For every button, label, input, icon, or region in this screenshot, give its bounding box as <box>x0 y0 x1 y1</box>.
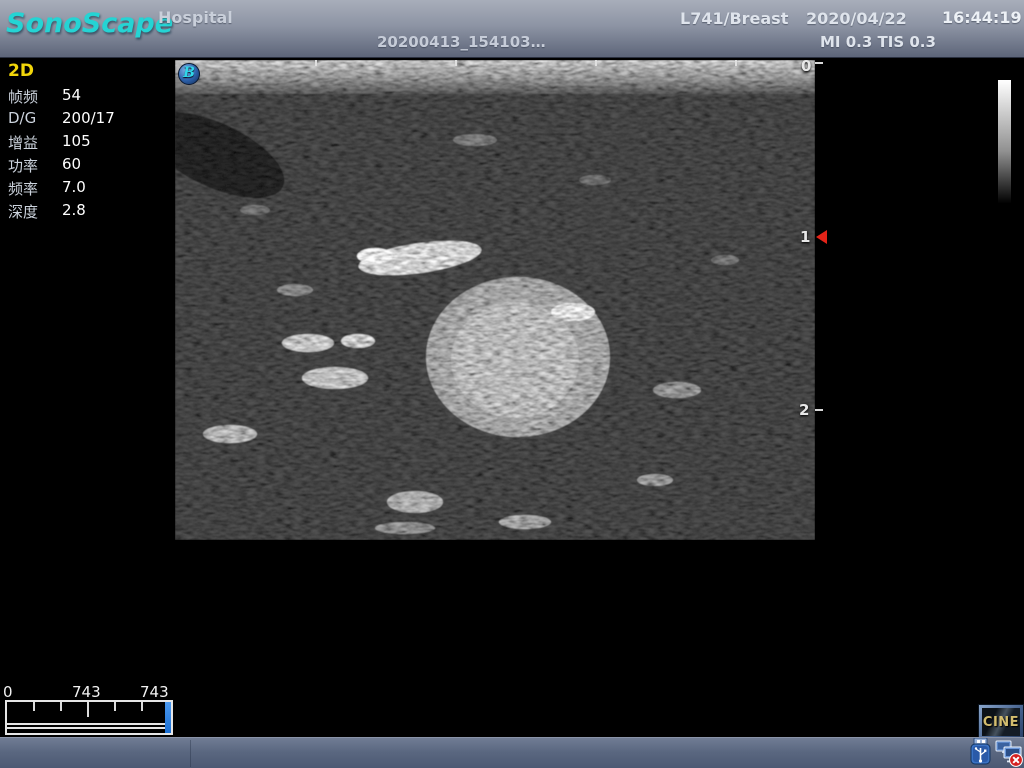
scrubber-track-line <box>7 723 167 725</box>
cine-current-frame: 743 <box>72 683 101 701</box>
speckle-render <box>175 60 815 540</box>
depth-tick <box>815 409 823 411</box>
param-row-gain: 增益 105 <box>8 132 168 152</box>
cine-slider-handle[interactable] <box>165 702 171 733</box>
grayscale-bar <box>998 80 1011 210</box>
cine-button-face: CINE <box>982 708 1020 736</box>
width-scale-tick <box>595 60 597 66</box>
param-row-depth: 深度 2.8 <box>8 201 168 221</box>
cine-start-frame: 0 <box>3 683 13 701</box>
taskbar-divider <box>190 740 191 767</box>
scrubber-track-line <box>7 727 167 729</box>
network-disconnected-icon[interactable] <box>995 740 1023 768</box>
date-display: 2020/04/22 <box>806 9 907 28</box>
scrubber-tick <box>60 702 62 711</box>
depth-mark-0: 0 <box>801 57 811 75</box>
param-label: 帧频 <box>8 86 38 107</box>
depth-mark-2: 2 <box>799 401 809 419</box>
sonoscape-logo: SonoScape <box>6 8 173 39</box>
param-value: 105 <box>62 132 91 150</box>
mode-label: 2D <box>8 61 34 81</box>
header-bar: SonoScape Hospital 20200413_154103… L741… <box>0 0 1024 58</box>
cine-total-frames: 743 <box>140 683 169 701</box>
b-mode-icon: B <box>178 63 200 85</box>
cine-scrubber[interactable] <box>5 700 173 735</box>
param-value: 54 <box>62 86 81 104</box>
ultrasound-image[interactable]: B <box>175 60 815 540</box>
taskbar <box>0 737 1024 768</box>
param-row-frequency: 频率 7.0 <box>8 178 168 198</box>
width-scale-tick <box>455 60 457 66</box>
param-label: D/G <box>8 109 36 127</box>
mi-tis-display: MI 0.3 TIS 0.3 <box>820 33 936 51</box>
ultrasound-screen: SonoScape Hospital 20200413_154103… L741… <box>0 0 1024 768</box>
param-value: 60 <box>62 155 81 173</box>
param-label: 频率 <box>8 178 38 199</box>
param-label: 增益 <box>8 132 38 153</box>
param-value: 7.0 <box>62 178 86 196</box>
focus-marker-icon[interactable] <box>816 230 827 244</box>
width-scale-tick <box>735 60 737 66</box>
cine-button-label: CINE <box>983 715 1019 730</box>
param-row-dg: D/G 200/17 <box>8 109 168 129</box>
param-value: 2.8 <box>62 201 86 219</box>
hospital-name: Hospital <box>158 8 233 27</box>
depth-mark-1: 1 <box>800 228 810 246</box>
scrubber-tick <box>114 702 116 711</box>
scrubber-tick-major <box>87 702 89 717</box>
param-value: 200/17 <box>62 109 115 127</box>
usb-device-icon[interactable] <box>969 738 992 768</box>
time-display: 16:44:19 <box>942 8 1022 27</box>
scrubber-tick <box>141 702 143 711</box>
param-row-framerate: 帧频 54 <box>8 86 168 106</box>
cine-button[interactable]: CINE <box>978 704 1024 740</box>
probe-preset: L741/Breast <box>680 9 788 28</box>
exam-file-name: 20200413_154103… <box>377 33 546 51</box>
width-scale-tick <box>315 60 317 66</box>
scrubber-tick <box>33 702 35 711</box>
param-row-power: 功率 60 <box>8 155 168 175</box>
param-label: 功率 <box>8 155 38 176</box>
depth-tick <box>815 62 823 64</box>
param-label: 深度 <box>8 201 38 222</box>
